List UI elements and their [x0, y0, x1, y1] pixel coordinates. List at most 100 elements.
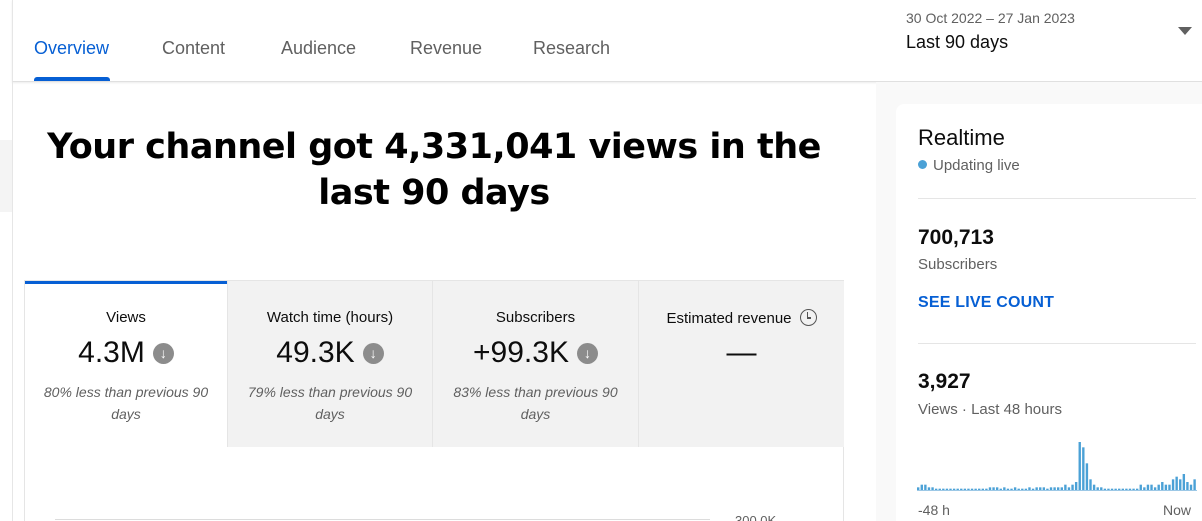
- sparkline-bar: [1013, 487, 1017, 490]
- sparkline-bar: [1189, 484, 1193, 490]
- sparkline-bar: [1139, 484, 1142, 490]
- metric-estimated-revenue[interactable]: Estimated revenue —: [639, 281, 844, 447]
- sparkline-bar: [1143, 487, 1146, 490]
- sparkline-bar: [1164, 484, 1168, 490]
- sparkline-bar: [1157, 484, 1160, 490]
- sparkline-bar: [1103, 488, 1107, 490]
- sparkline-bar: [963, 488, 967, 490]
- sparkline-bar: [1171, 479, 1175, 490]
- sparkline-bar: [927, 487, 931, 490]
- metric-comparison: 79% less than previous 90 days: [247, 384, 413, 422]
- sparkline-bar: [1042, 487, 1046, 490]
- metric-value: 49.3K ↓: [228, 336, 432, 370]
- sparkline-bar: [988, 487, 992, 490]
- sparkline-bar: [1010, 488, 1013, 490]
- tab-overview[interactable]: Overview: [34, 38, 109, 59]
- arrow-down-circle-icon: ↓: [152, 343, 174, 364]
- metric-comparison: 80% less than previous 90 days: [43, 384, 209, 422]
- sparkline-bar: [1039, 487, 1042, 490]
- sparkline-bar: [934, 488, 938, 490]
- sparkline-bar: [1161, 482, 1164, 490]
- dropdown-arrow-icon[interactable]: [1178, 27, 1192, 35]
- sparkline-bar: [1193, 479, 1196, 490]
- sparkline-bar: [1085, 463, 1089, 490]
- sparkline-bar: [1074, 482, 1078, 490]
- sparkline-bar: [967, 488, 970, 490]
- sparkline-bar: [1057, 487, 1060, 490]
- sparkline-bar: [960, 488, 963, 490]
- sparkline-bar: [920, 484, 923, 490]
- sparkline-bar: [992, 487, 995, 490]
- sparkline-bar: [931, 487, 934, 490]
- sparkline-bar: [1179, 479, 1182, 490]
- realtime-title: Realtime: [918, 125, 1005, 150]
- sparkline-bar: [938, 488, 941, 490]
- sparkline-bar: [917, 487, 920, 490]
- metric-subscribers[interactable]: Subscribers +99.3K ↓ 83% less than previo…: [433, 281, 639, 447]
- metric-label: Watch time (hours): [266, 309, 394, 326]
- tab-content[interactable]: Content: [162, 38, 225, 59]
- sparkline-bar: [999, 488, 1002, 490]
- divider: [918, 343, 1196, 344]
- tab-audience[interactable]: Audience: [281, 38, 356, 59]
- arrow-down-circle-icon: ↓: [576, 343, 598, 364]
- sparkline-bar: [924, 484, 927, 490]
- realtime-subscribers-value: 700,713: [918, 226, 994, 249]
- metric-views[interactable]: Views 4.3M ↓ 80% less than previous 90 da…: [25, 281, 228, 447]
- sparkline-bar: [1031, 488, 1035, 490]
- sparkline-bar: [1096, 487, 1099, 490]
- sparkline-bar: [1135, 488, 1139, 490]
- realtime-subscribers-label: Subscribers: [918, 256, 998, 273]
- sparkline-bar: [1107, 488, 1110, 490]
- sparkline-bar: [1049, 487, 1053, 490]
- sparkline-bar: [1092, 484, 1096, 490]
- date-range-selector[interactable]: 30 Oct 2022 – 27 Jan 2023 Last 90 days: [906, 10, 1075, 53]
- realtime-views-label: Views · Last 48 hours: [918, 401, 1062, 418]
- metric-label: Subscribers: [495, 309, 576, 326]
- realtime-views-sparkline: [917, 442, 1197, 491]
- sparkline-bar: [1035, 487, 1038, 490]
- sparkline-bar: [1060, 487, 1063, 490]
- sparkline-bar: [1110, 488, 1114, 490]
- sparkline-bar: [1078, 442, 1081, 490]
- see-live-count-link[interactable]: SEE LIVE COUNT: [918, 294, 1054, 312]
- sparkline-bar: [1006, 488, 1010, 490]
- metric-value: +99.3K ↓: [433, 336, 638, 370]
- sparkline-bar: [1114, 488, 1117, 490]
- sparkline-bar: [1021, 488, 1024, 490]
- sparkline-bar: [1089, 479, 1092, 490]
- sparkline-bar: [1168, 484, 1171, 490]
- sparkline-bar: [1028, 487, 1031, 490]
- sparkline-bar: [1118, 488, 1121, 490]
- metrics-card: Views 4.3M ↓ 80% less than previous 90 da…: [24, 280, 844, 521]
- metric-comparison: 83% less than previous 90 days: [453, 384, 618, 422]
- sparkline-bar: [1046, 488, 1049, 490]
- tab-revenue[interactable]: Revenue: [410, 38, 482, 59]
- sparkline-bar: [949, 488, 952, 490]
- tab-research[interactable]: Research: [533, 38, 610, 59]
- chart-y-tick-label: 300.0K: [735, 513, 777, 521]
- date-range-dates: 30 Oct 2022 – 27 Jan 2023: [906, 10, 1075, 26]
- arrow-down-circle-icon: ↓: [362, 343, 384, 364]
- metric-watch-time[interactable]: Watch time (hours) 49.3K ↓ 79% less than …: [228, 281, 433, 447]
- sparkline-bar: [945, 488, 949, 490]
- sparkline-bar: [1024, 488, 1028, 490]
- sparkline-bar: [956, 488, 959, 490]
- sparkline-bar: [1150, 484, 1153, 490]
- realtime-status: Updating live: [918, 157, 1020, 174]
- sparkline-bar: [1121, 488, 1125, 490]
- sparkline-bar: [995, 487, 999, 490]
- sparkline-bar: [1003, 487, 1006, 490]
- sparkline-axis-start: -48 h: [918, 502, 950, 518]
- sparkline-bar: [1082, 447, 1085, 490]
- sparkline-axis-end: Now: [1163, 502, 1192, 518]
- divider: [918, 198, 1196, 199]
- realtime-views-value: 3,927: [918, 370, 971, 393]
- sparkline-bar: [1182, 474, 1186, 490]
- sparkline-bar: [1153, 487, 1157, 490]
- sparkline-bar: [1146, 484, 1150, 490]
- sparkline-bar: [942, 488, 945, 490]
- metric-label: Estimated revenue: [639, 309, 844, 327]
- metric-value: —: [726, 336, 757, 369]
- sparkline-bar: [978, 488, 981, 490]
